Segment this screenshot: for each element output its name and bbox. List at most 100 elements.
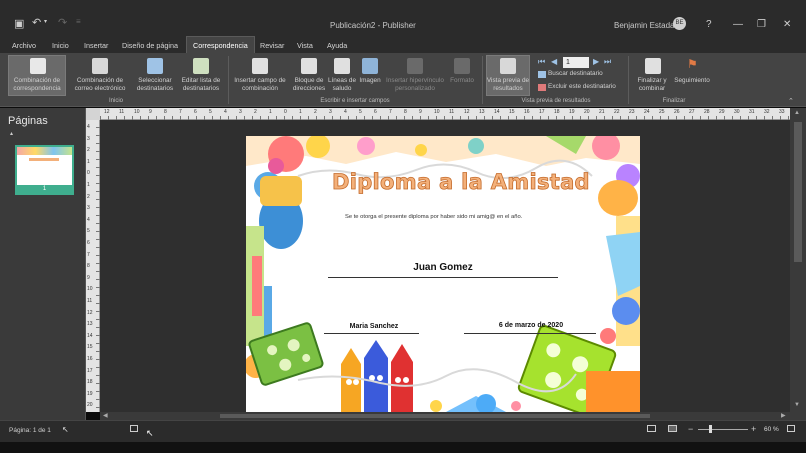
close-button[interactable]: ✕ (783, 19, 791, 30)
ruler-tick-label: 8 (164, 109, 167, 115)
horizontal-scroll-thumb[interactable] (220, 414, 650, 418)
previous-record-icon[interactable]: ◀ (551, 57, 557, 66)
date-underline (464, 333, 596, 334)
signer-underline (324, 333, 419, 334)
signer-name[interactable]: Maria Sanchez (324, 323, 424, 330)
scroll-right-icon[interactable]: ▶ (781, 412, 786, 419)
lineas-saludo-button[interactable]: Líneas de saludo (326, 77, 358, 93)
seleccionar-destinatarios-button[interactable]: Seleccionar destinatarios (131, 77, 179, 93)
group-finalizar-label: Finalizar (662, 98, 686, 104)
ruler-tick-label: 30 (734, 109, 740, 115)
vertical-scroll-thumb[interactable] (794, 122, 802, 262)
ruler-tick-label: 17 (87, 367, 93, 374)
buscar-destinatario-button[interactable]: Buscar destinatario (548, 70, 603, 78)
customize-quick-access-icon[interactable]: ≡ (76, 17, 81, 26)
diploma-page[interactable]: Diploma a la Amistad Se te otorga el pre… (246, 136, 640, 412)
ruler-tick-label: 2 (314, 109, 317, 115)
help-icon[interactable]: ? (706, 19, 712, 30)
seguimiento-button[interactable]: Seguimiento (670, 77, 714, 85)
tab-insertar[interactable]: Insertar (84, 41, 108, 50)
record-number-input[interactable]: 1 (563, 57, 589, 68)
layout-view-icon[interactable] (130, 425, 138, 432)
ruler-tick-label: 6 (194, 109, 197, 115)
zoom-in-button[interactable]: + (751, 424, 756, 434)
diploma-body-text[interactable]: Se te otorga el presente diploma por hab… (345, 214, 522, 220)
fit-page-icon[interactable] (787, 425, 795, 432)
zoom-level[interactable]: 60 % (764, 426, 779, 433)
insertar-campo-button[interactable]: Insertar campo de combinación (230, 77, 290, 93)
user-name[interactable]: Benjamin Estada (614, 21, 674, 30)
ruler-tick-label: 21 (599, 109, 605, 115)
page-info[interactable]: Página: 1 de 1 (9, 427, 51, 434)
preview-results-icon (500, 58, 516, 74)
ruler-tick-label: 14 (494, 109, 500, 115)
undo-dropdown-icon[interactable]: ▾ (44, 18, 47, 25)
greeting-line-icon (334, 58, 350, 74)
save-icon[interactable]: ▣ (14, 17, 24, 30)
ruler-tick-label: 2 (87, 147, 90, 154)
collapse-pane-icon[interactable]: ▴ (10, 130, 13, 137)
undo-icon[interactable]: ↶ (32, 16, 41, 29)
recipients-icon (147, 58, 163, 74)
bloque-direcciones-button[interactable]: Bloque de direcciones (289, 77, 329, 93)
next-record-icon[interactable]: ▶ (593, 57, 599, 66)
ruler-tick-label: 19 (87, 390, 93, 397)
scroll-down-icon[interactable]: ▼ (794, 402, 800, 408)
ruler-tick-label: 10 (134, 109, 140, 115)
ruler-tick-label: 6 (87, 240, 90, 246)
ruler-tick-label: 10 (87, 286, 93, 293)
two-page-view-icon[interactable] (668, 425, 677, 432)
tab-diseno-pagina[interactable]: Diseño de página (122, 41, 178, 50)
group-vista-previa-label: Vista previa de resultados (521, 98, 591, 104)
tab-correspondencia[interactable]: Correspondencia (186, 36, 255, 53)
imagen-button[interactable]: Imagen (356, 77, 384, 85)
zoom-slider-track[interactable] (698, 429, 748, 430)
zoom-slider-thumb[interactable] (709, 425, 712, 433)
diploma-date[interactable]: 6 de marzo de 2020 (466, 322, 596, 329)
tab-vista[interactable]: Vista (297, 41, 313, 50)
single-page-view-icon[interactable] (647, 425, 656, 432)
format-icon (454, 58, 470, 74)
tab-archivo[interactable]: Archivo (12, 41, 36, 50)
recipient-name[interactable]: Juan Gomez (328, 262, 558, 273)
insertar-hipervinculo-button[interactable]: Insertar hipervínculo personalizado (384, 77, 446, 93)
ruler-tick-label: 9 (419, 109, 422, 115)
first-record-icon[interactable]: ⏮ (538, 57, 545, 67)
minimize-button[interactable]: — (733, 19, 743, 30)
redo-icon[interactable]: ↷ (58, 16, 67, 29)
tab-ayuda[interactable]: Ayuda (327, 41, 347, 50)
edit-list-icon (193, 58, 209, 74)
combinacion-correo-button[interactable]: Combinación de correo electrónico (68, 77, 132, 93)
ruler-tick-label: 14 (87, 332, 93, 339)
email-merge-icon (92, 58, 108, 74)
diploma-title[interactable]: Diploma a la Amistad (332, 170, 590, 195)
scroll-up-icon[interactable]: ▲ (794, 110, 800, 116)
ruler-tick-label: 20 (87, 402, 93, 409)
ruler-tick-label: 33 (779, 109, 785, 115)
ruler-tick-label: 11 (449, 109, 455, 115)
vista-previa-label: Vista previa de resultados (486, 77, 530, 92)
ruler-tick-label: 28 (704, 109, 710, 115)
avatar[interactable]: BE (673, 17, 686, 30)
zoom-out-button[interactable]: − (688, 424, 693, 434)
cursor-icon: ↖ (62, 425, 69, 434)
ruler-tick-label: 12 (87, 309, 93, 316)
formato-button[interactable]: Formato (446, 77, 478, 85)
tab-revisar[interactable]: Revisar (260, 41, 284, 50)
vertical-ruler-labels: 4 3 2 1 0 1 2 3 4 5 6 7 8 9 10 11 12 13 14 15 16 17 18 19 20 (86, 120, 100, 412)
restore-button[interactable]: ❐ (757, 19, 766, 30)
scroll-left-icon[interactable]: ◀ (103, 412, 108, 419)
title-bar (0, 0, 806, 36)
ruler-tick-label: 15 (509, 109, 515, 115)
editar-lista-button[interactable]: Editar lista de destinatarios (177, 77, 225, 93)
ruler-tick-label: 31 (749, 109, 755, 115)
finalizar-combinar-button[interactable]: Finalizar y combinar (632, 77, 672, 93)
ruler-tick-label: 18 (87, 379, 93, 386)
excluir-destinatario-button[interactable]: Excluir este destinatario (548, 83, 616, 91)
collapse-ribbon-icon[interactable]: ⌃ (788, 97, 794, 105)
finish-merge-icon (645, 58, 661, 74)
tab-inicio[interactable]: Inicio (52, 41, 69, 50)
last-record-icon[interactable]: ⏭ (604, 57, 611, 67)
ruler-tick-label: 3 (239, 109, 242, 115)
page-thumbnail-number: 1 (15, 185, 74, 193)
